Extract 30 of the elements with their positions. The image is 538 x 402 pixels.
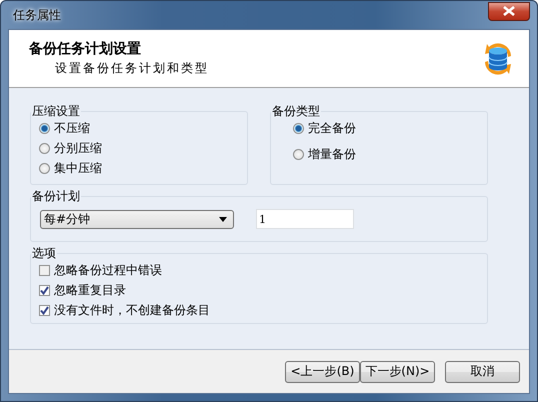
- checkbox[interactable]: [39, 285, 50, 296]
- radio-label[interactable]: 完全备份: [308, 120, 356, 137]
- radio-label[interactable]: 集中压缩: [54, 160, 102, 177]
- window-title: 任务属性: [12, 6, 61, 24]
- checkbox-label[interactable]: 忽略备份过程中错误: [54, 262, 162, 279]
- dropdown-arrow-icon: [219, 216, 227, 222]
- close-icon: [503, 6, 515, 16]
- cancel-button[interactable]: 取消: [445, 360, 520, 382]
- radio-label[interactable]: 不压缩: [54, 120, 90, 137]
- radio-button[interactable]: [39, 143, 50, 154]
- radio-label[interactable]: 分别压缩: [54, 140, 102, 157]
- checkbox[interactable]: [39, 305, 50, 316]
- group-title: 选项: [31, 245, 57, 262]
- header-subtitle: 设置备份任务计划和类型: [54, 60, 209, 77]
- header-title: 备份任务计划设置: [29, 40, 142, 58]
- radio-label[interactable]: 增量备份: [308, 146, 356, 163]
- checkbox[interactable]: [39, 265, 50, 276]
- radio-button[interactable]: [293, 123, 304, 134]
- next-button[interactable]: 下一步(N)>: [360, 360, 435, 382]
- interval-input[interactable]: 1: [256, 209, 354, 229]
- radio-button[interactable]: [39, 163, 50, 174]
- back-button[interactable]: <上一步(B): [285, 360, 360, 382]
- checkbox-label[interactable]: 忽略重复目录: [54, 282, 126, 299]
- close-button[interactable]: [488, 2, 530, 20]
- checkbox-label[interactable]: 没有文件时，不创建备份条目: [54, 302, 210, 319]
- schedule-dropdown[interactable]: 每#分钟: [40, 210, 234, 228]
- radio-button[interactable]: [39, 123, 50, 134]
- radio-button[interactable]: [293, 149, 304, 160]
- group-title: 备份计划: [31, 188, 81, 205]
- group-title: 备份类型: [271, 103, 321, 120]
